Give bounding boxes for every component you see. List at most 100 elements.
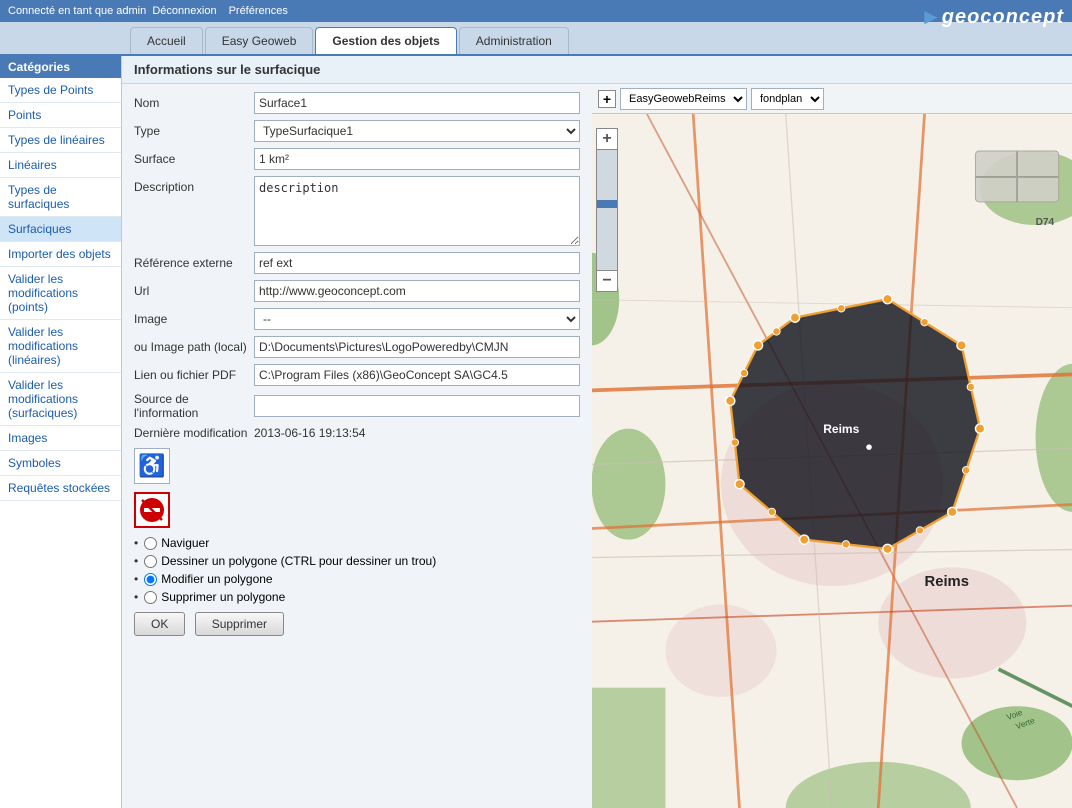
connected-label: Connecté en tant que admin xyxy=(8,5,146,17)
topbar: Connecté en tant que admin Déconnexion P… xyxy=(0,0,1072,22)
surface-row: Surface xyxy=(134,148,580,170)
description-row: Description description xyxy=(134,176,580,246)
map-layer2-select[interactable]: fondplan xyxy=(751,88,824,110)
nom-row: Nom xyxy=(134,92,580,114)
sidebar-item-valider-points[interactable]: Valider les modifications (points) xyxy=(0,267,121,320)
ref-externe-label: Référence externe xyxy=(134,256,254,270)
map-layer1-select[interactable]: EasyGeowebReims xyxy=(620,88,747,110)
description-label: Description xyxy=(134,176,254,194)
map-panel: + EasyGeowebReims fondplan + − xyxy=(592,84,1072,808)
derniere-modif-row: Dernière modification 2013-06-16 19:13:5… xyxy=(134,426,580,440)
zoom-thumb xyxy=(597,200,617,208)
derniere-modif-label: Dernière modification xyxy=(134,426,254,440)
url-input[interactable] xyxy=(254,280,580,302)
ref-externe-row: Référence externe xyxy=(134,252,580,274)
sidebar-header: Catégories xyxy=(0,56,121,78)
no-icon-box[interactable] xyxy=(134,492,170,528)
lien-pdf-input[interactable] xyxy=(254,364,580,386)
bullet-dot-2: • xyxy=(134,554,138,568)
content-header: Informations sur le surfacique xyxy=(122,56,1072,84)
sidebar-item-points[interactable]: Points xyxy=(0,103,121,128)
sidebar-item-importer-objets[interactable]: Importer des objets xyxy=(0,242,121,267)
image-path-label: ou Image path (local) xyxy=(134,340,254,354)
radio-modifier-label: Modifier un polygone xyxy=(161,572,272,586)
geoconcept-logo: ► geoconcept xyxy=(920,4,1064,30)
reims-label: Reims xyxy=(925,574,969,590)
bullet-dot: • xyxy=(134,536,138,550)
sidebar-item-symboles[interactable]: Symboles xyxy=(0,451,121,476)
icon-row-2 xyxy=(134,492,580,528)
sidebar-item-types-lineaires[interactable]: Types de linéaires xyxy=(0,128,121,153)
ref-externe-input[interactable] xyxy=(254,252,580,274)
bullet-dot-4: • xyxy=(134,590,138,604)
tab-accueil[interactable]: Accueil xyxy=(130,27,203,54)
radio-group: • Naviguer • Dessiner un polygone (CTRL … xyxy=(134,536,580,604)
sidebar-item-lineaires[interactable]: Linéaires xyxy=(0,153,121,178)
sidebar-item-valider-surfaciques[interactable]: Valider les modifications (surfaciques) xyxy=(0,373,121,426)
tab-administration[interactable]: Administration xyxy=(459,27,569,54)
form-panel: Nom Type TypeSurfacique1 Surface Descrip… xyxy=(122,84,592,808)
lien-pdf-row: Lien ou fichier PDF xyxy=(134,364,580,386)
button-row: OK Supprimer xyxy=(134,612,580,636)
bullet-dot-3: • xyxy=(134,572,138,586)
nom-label: Nom xyxy=(134,96,254,110)
no-entry-icon xyxy=(138,496,166,524)
preferences-link[interactable]: Préférences xyxy=(229,5,288,17)
map-zoom-plus-btn[interactable]: + xyxy=(598,90,616,108)
sidebar-item-types-points[interactable]: Types de Points xyxy=(0,78,121,103)
surface-label: Surface xyxy=(134,152,254,166)
ok-button[interactable]: OK xyxy=(134,612,185,636)
radio-supprimer-polygon[interactable] xyxy=(144,591,157,604)
image-path-input[interactable] xyxy=(254,336,580,358)
content-body: Nom Type TypeSurfacique1 Surface Descrip… xyxy=(122,84,1072,808)
reims-inner-label: Reims xyxy=(823,422,859,436)
icon-row: ♿ xyxy=(134,448,580,484)
url-row: Url xyxy=(134,280,580,302)
tab-easy-geoweb[interactable]: Easy Geoweb xyxy=(205,27,314,54)
image-select[interactable]: -- xyxy=(254,308,580,330)
sidebar-item-images[interactable]: Images xyxy=(0,426,121,451)
sidebar-item-surfaciques[interactable]: Surfaciques xyxy=(0,217,121,242)
radio-naviguer[interactable] xyxy=(144,537,157,550)
zoom-in-button[interactable]: + xyxy=(596,128,618,150)
sidebar: Catégories Types de Points Points Types … xyxy=(0,56,122,808)
map-svg[interactable]: Voie Verte D74 xyxy=(592,114,1072,808)
lien-pdf-label: Lien ou fichier PDF xyxy=(134,368,254,382)
image-path-row: ou Image path (local) xyxy=(134,336,580,358)
radio-dessiner[interactable] xyxy=(144,555,157,568)
main-layout: Catégories Types de Points Points Types … xyxy=(0,56,1072,808)
derniere-modif-value: 2013-06-16 19:13:54 xyxy=(254,426,365,440)
map-toolbar: + EasyGeowebReims fondplan xyxy=(592,84,1072,114)
zoom-control: + − xyxy=(596,120,618,292)
description-textarea[interactable]: description xyxy=(254,176,580,246)
image-row: Image -- xyxy=(134,308,580,330)
zoom-slider[interactable] xyxy=(596,150,618,270)
source-label: Source de l'information xyxy=(134,392,254,420)
radio-supprimer-polygon-label: Supprimer un polygone xyxy=(161,590,285,604)
d74-label: D74 xyxy=(1036,217,1055,228)
tab-gestion-objets[interactable]: Gestion des objets xyxy=(315,27,456,54)
type-row: Type TypeSurfacique1 xyxy=(134,120,580,142)
source-row: Source de l'information xyxy=(134,392,580,420)
logo-text: geoconcept xyxy=(942,6,1064,29)
sidebar-item-valider-lineaires[interactable]: Valider les modifications (linéaires) xyxy=(0,320,121,373)
sidebar-item-requetes-stockees[interactable]: Requêtes stockées xyxy=(0,476,121,501)
radio-modifier[interactable] xyxy=(144,573,157,586)
disconnect-link[interactable]: Déconnexion xyxy=(152,5,216,17)
radio-dessiner-label: Dessiner un polygone (CTRL pour dessiner… xyxy=(161,554,436,568)
radio-modifier-item: • Modifier un polygone xyxy=(134,572,580,586)
radio-dessiner-item: • Dessiner un polygone (CTRL pour dessin… xyxy=(134,554,580,568)
tabbar: Accueil Easy Geoweb Gestion des objets A… xyxy=(0,22,1072,56)
sidebar-item-types-surfaciques[interactable]: Types de surfaciques xyxy=(0,178,121,217)
wheelchair-icon-box[interactable]: ♿ xyxy=(134,448,170,484)
surface-input[interactable] xyxy=(254,148,580,170)
source-input[interactable] xyxy=(254,395,580,417)
zoom-out-button[interactable]: − xyxy=(596,270,618,292)
supprimer-button[interactable]: Supprimer xyxy=(195,612,284,636)
nom-input[interactable] xyxy=(254,92,580,114)
type-label: Type xyxy=(134,124,254,138)
radio-supprimer-polygon-item: • Supprimer un polygone xyxy=(134,590,580,604)
image-label: Image xyxy=(134,312,254,326)
type-select[interactable]: TypeSurfacique1 xyxy=(254,120,580,142)
wheelchair-icon: ♿ xyxy=(138,453,165,479)
